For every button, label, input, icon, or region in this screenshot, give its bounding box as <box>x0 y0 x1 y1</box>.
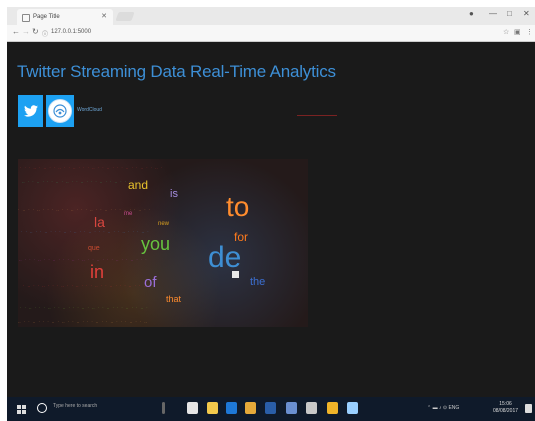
word-cloud-noise: · ‥ · · ‥ · · · ‥ · · ‥ · · · ‥ · · ‥ · … <box>23 283 152 288</box>
word-me: me <box>124 211 133 217</box>
twitter-button[interactable] <box>18 95 43 127</box>
task-view-icon[interactable] <box>162 402 165 414</box>
cursor-marker <box>232 271 239 278</box>
word-is: is <box>170 188 178 200</box>
taskbar-search-input[interactable]: Type here to search <box>53 403 97 409</box>
windows-start-icon[interactable] <box>17 405 26 414</box>
word-cloud-noise: ‥ · · ‥ · · · ‥ · ‥ · · ‥ · · · ‥ · · ‥ … <box>18 319 148 324</box>
browser-tab[interactable]: Page Title ✕ <box>17 9 113 25</box>
file-explorer-icon[interactable] <box>207 402 218 414</box>
word-in: in <box>90 262 105 282</box>
back-icon[interactable]: ← <box>12 27 20 36</box>
word-you: you <box>141 234 171 254</box>
word-of: of <box>144 274 157 291</box>
page-title: Twitter Streaming Data Real-Time Analyti… <box>17 62 336 81</box>
menu-icon[interactable]: ⋮ <box>526 28 533 36</box>
chrome-icon[interactable] <box>245 402 256 414</box>
wordcloud-logo-icon <box>48 99 72 123</box>
close-tab-icon[interactable]: ✕ <box>101 9 107 25</box>
word-cloud-noise: · · ‥ · · ‥ · · · ‥ · ‥ · · ‥ · · · ‥ · … <box>21 229 150 234</box>
new-tab-button[interactable] <box>115 12 135 21</box>
word-new: new <box>158 221 170 227</box>
tray-icons[interactable]: ⌃ ▬ ♪ ⊙ <box>427 405 448 411</box>
minimize-icon[interactable]: — <box>489 9 497 18</box>
twitter-bird-icon <box>23 105 38 117</box>
app-icon[interactable] <box>286 402 297 414</box>
forward-icon[interactable]: → <box>22 27 30 36</box>
clock[interactable]: 15:06 08/08/2017 <box>493 401 518 415</box>
logo-button[interactable] <box>46 95 74 127</box>
app-icon[interactable] <box>306 402 317 414</box>
word-cloud-noise: · · · ‥ · ‥ · · ‥ · · ‥ · · · ‥ · · ‥ · … <box>20 165 164 170</box>
language-indicator[interactable]: ENG <box>448 405 459 411</box>
browser-tab-bar: Page Title ✕ ● — □ ✕ <box>7 7 535 25</box>
bookmark-star-icon[interactable]: ☆ <box>503 28 509 36</box>
notification-icon[interactable] <box>525 404 532 413</box>
word-cloud-noise: · · ‥ · · · ‥ · · ‥ · · · ‥ · ‥ · · ‥ · … <box>20 305 149 310</box>
screen: Page Title ✕ ● — □ ✕ ← → ↻ ⓘ 127.0.0.1:5… <box>7 7 535 421</box>
site-info-icon[interactable]: ⓘ <box>42 29 48 38</box>
windows-taskbar: Type here to search ⌃ ▬ ♪ ⊙ ENG 15:06 08… <box>7 397 535 421</box>
url-field[interactable]: 127.0.0.1:5000 <box>51 29 91 35</box>
word-the: the <box>250 276 266 288</box>
word-that: that <box>166 294 182 304</box>
reload-icon[interactable]: ↻ <box>32 27 39 36</box>
word-and: and <box>128 178 149 192</box>
word-for: for <box>234 230 249 244</box>
word-app-icon[interactable] <box>265 402 276 414</box>
tab-title: Page Title <box>33 14 60 20</box>
word-cloud-noise: ‥ · · · ‥ · · ‥ · · · ‥ · ‥ · · ‥ · · · … <box>19 257 148 262</box>
word-la: la <box>94 214 105 230</box>
clock-date: 08/08/2017 <box>493 408 519 414</box>
clock-time: 15:06 <box>499 401 512 407</box>
close-window-icon[interactable]: ✕ <box>523 9 530 18</box>
page-favicon-icon <box>22 14 30 22</box>
logo-caption: WordCloud <box>77 107 102 113</box>
edge-icon[interactable] <box>226 402 237 414</box>
word-que: que <box>88 245 100 252</box>
system-tray[interactable]: ⌃ ▬ ♪ ⊙ ENG <box>427 405 459 411</box>
extension-icon[interactable]: ▣ <box>514 28 521 36</box>
profile-icon[interactable]: ● <box>469 9 474 18</box>
app-icon[interactable] <box>347 402 358 414</box>
app-icon[interactable] <box>327 402 338 414</box>
word-to: to <box>226 191 250 222</box>
word-cloud: · · · ‥ · ‥ · · ‥ · · ‥ · · · ‥ · · ‥ · … <box>18 159 308 327</box>
cloud-edge-line <box>297 115 337 116</box>
search-icon[interactable] <box>37 403 47 413</box>
store-icon[interactable] <box>187 402 198 414</box>
word-de: de <box>208 241 242 274</box>
maximize-icon[interactable]: □ <box>507 9 512 18</box>
browser-address-bar: ← → ↻ ⓘ 127.0.0.1:5000 ☆ ▣ ⋮ <box>7 25 535 42</box>
